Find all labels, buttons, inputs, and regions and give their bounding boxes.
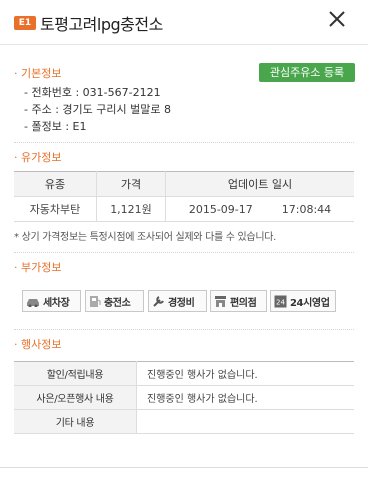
table-header-row: 유종 가격 업데이트 일시	[14, 171, 354, 197]
column-fuel: 유종	[14, 171, 97, 197]
divider	[14, 142, 354, 143]
amenity-repair: 경정비	[148, 290, 207, 312]
amenity-24h: 24 24시영업	[270, 290, 336, 312]
pole-info: - 폴정보 : E1	[24, 120, 87, 133]
divider	[14, 329, 354, 330]
amenity-convenience: 편의점	[210, 290, 267, 312]
phone-number: - 전화번호 : 031-567-2121	[24, 86, 161, 99]
amenity-label: 24시영업	[290, 297, 330, 309]
24h-icon: 24	[274, 295, 287, 307]
amenity-label: 세차장	[43, 297, 70, 309]
amenity-label: 경정비	[168, 297, 195, 309]
amenity-label: 충전소	[104, 297, 131, 309]
basic-info-title: · 기본정보	[14, 67, 62, 80]
price-note: * 상기 가격정보는 특정시점에 조사되어 실제와 다를 수 있습니다.	[14, 232, 277, 243]
update-datetime: 2015-09-17 17:08:44	[165, 196, 354, 222]
update-time: 17:08:44	[281, 202, 332, 216]
price-table: 유종 가격 업데이트 일시 자동차부탄 1,121원 2015-09-17 17…	[14, 171, 354, 222]
brand-badge: E1	[14, 16, 36, 30]
event-table: 할인/적립내용 진행중인 행사가 없습니다. 사은/오픈행사 내용 진행중인 행…	[14, 361, 354, 434]
amenity-label: 편의점	[230, 297, 257, 309]
event-value: 진행중인 행사가 없습니다.	[136, 385, 354, 410]
convenience-store-icon	[215, 295, 226, 307]
extra-info-title: · 부가정보	[14, 261, 62, 274]
column-price: 가격	[96, 171, 166, 197]
address: - 주소 : 경기도 구리시 벌말로 8	[24, 103, 171, 116]
table-row: 사은/오픈행사 내용 진행중인 행사가 없습니다.	[14, 385, 354, 410]
event-label: 기타 내용	[14, 409, 137, 434]
svg-text:24: 24	[276, 298, 285, 306]
amenity-car-wash: 세차장	[22, 290, 81, 312]
repair-icon	[153, 295, 164, 307]
column-updated: 업데이트 일시	[165, 171, 354, 197]
fuel-type: 자동차부탄	[14, 196, 97, 222]
event-info-title: · 행사정보	[14, 338, 62, 351]
title-bar: E1 토평고려lpg충전소	[0, 0, 368, 45]
close-icon[interactable]	[326, 8, 348, 30]
station-name: 토평고려lpg충전소	[40, 15, 163, 34]
charging-station-icon	[90, 295, 101, 307]
table-row: 기타 내용	[14, 409, 354, 434]
table-row: 할인/적립내용 진행중인 행사가 없습니다.	[14, 361, 354, 386]
fuel-price: 1,121원	[96, 196, 166, 222]
add-favorite-button[interactable]: 관심주유소 등록	[259, 63, 355, 82]
event-value	[136, 409, 354, 434]
update-date: 2015-09-17	[188, 202, 253, 216]
bottom-divider	[0, 467, 368, 468]
car-wash-icon	[27, 299, 39, 307]
table-row: 자동차부탄 1,121원 2015-09-17 17:08:44	[14, 196, 354, 222]
event-label: 사은/오픈행사 내용	[14, 385, 137, 410]
price-info-title: · 유가정보	[14, 151, 62, 164]
divider	[14, 252, 354, 253]
event-label: 할인/적립내용	[14, 361, 137, 386]
amenity-charging: 충전소	[85, 290, 144, 312]
event-value: 진행중인 행사가 없습니다.	[136, 361, 354, 386]
